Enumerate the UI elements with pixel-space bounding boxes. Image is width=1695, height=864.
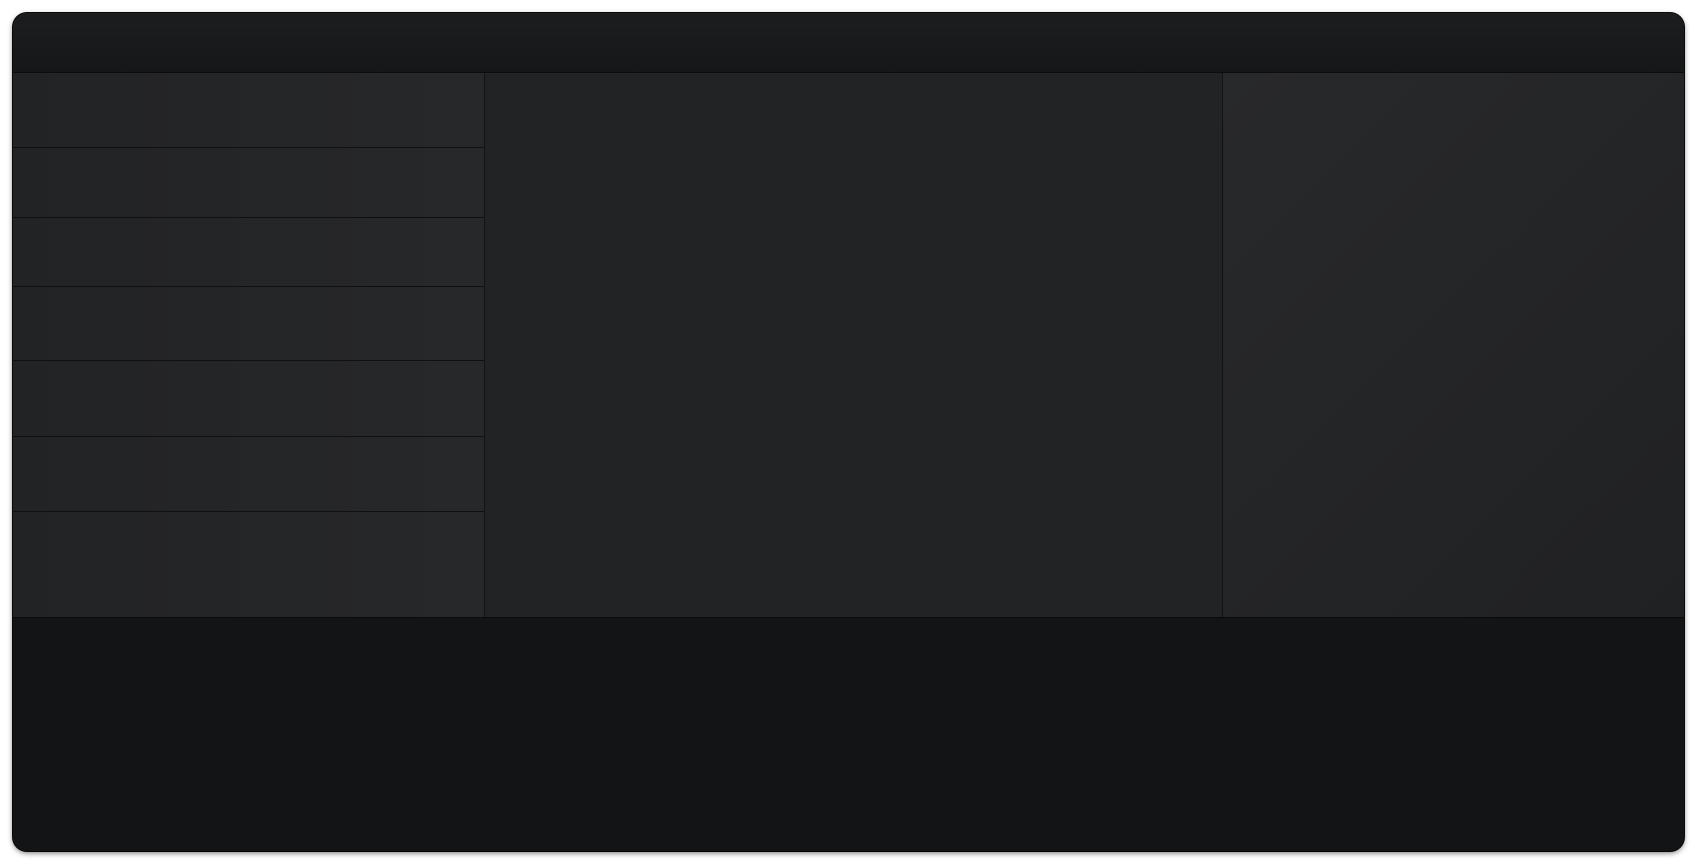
sidebar-item[interactable] [13,361,484,437]
content-area [13,73,1684,617]
sidebar-item[interactable] [13,287,484,361]
sidebar-item[interactable] [13,512,484,617]
sidebar-item[interactable] [13,73,484,148]
main-pane [485,73,1223,617]
sidebar-item[interactable] [13,148,484,218]
detail-pane [1223,73,1684,617]
sidebar-item[interactable] [13,437,484,512]
sidebar [13,73,485,617]
sidebar-item[interactable] [13,218,484,287]
app-window [13,13,1684,851]
bottom-panel [13,617,1684,851]
title-bar[interactable] [13,13,1684,73]
